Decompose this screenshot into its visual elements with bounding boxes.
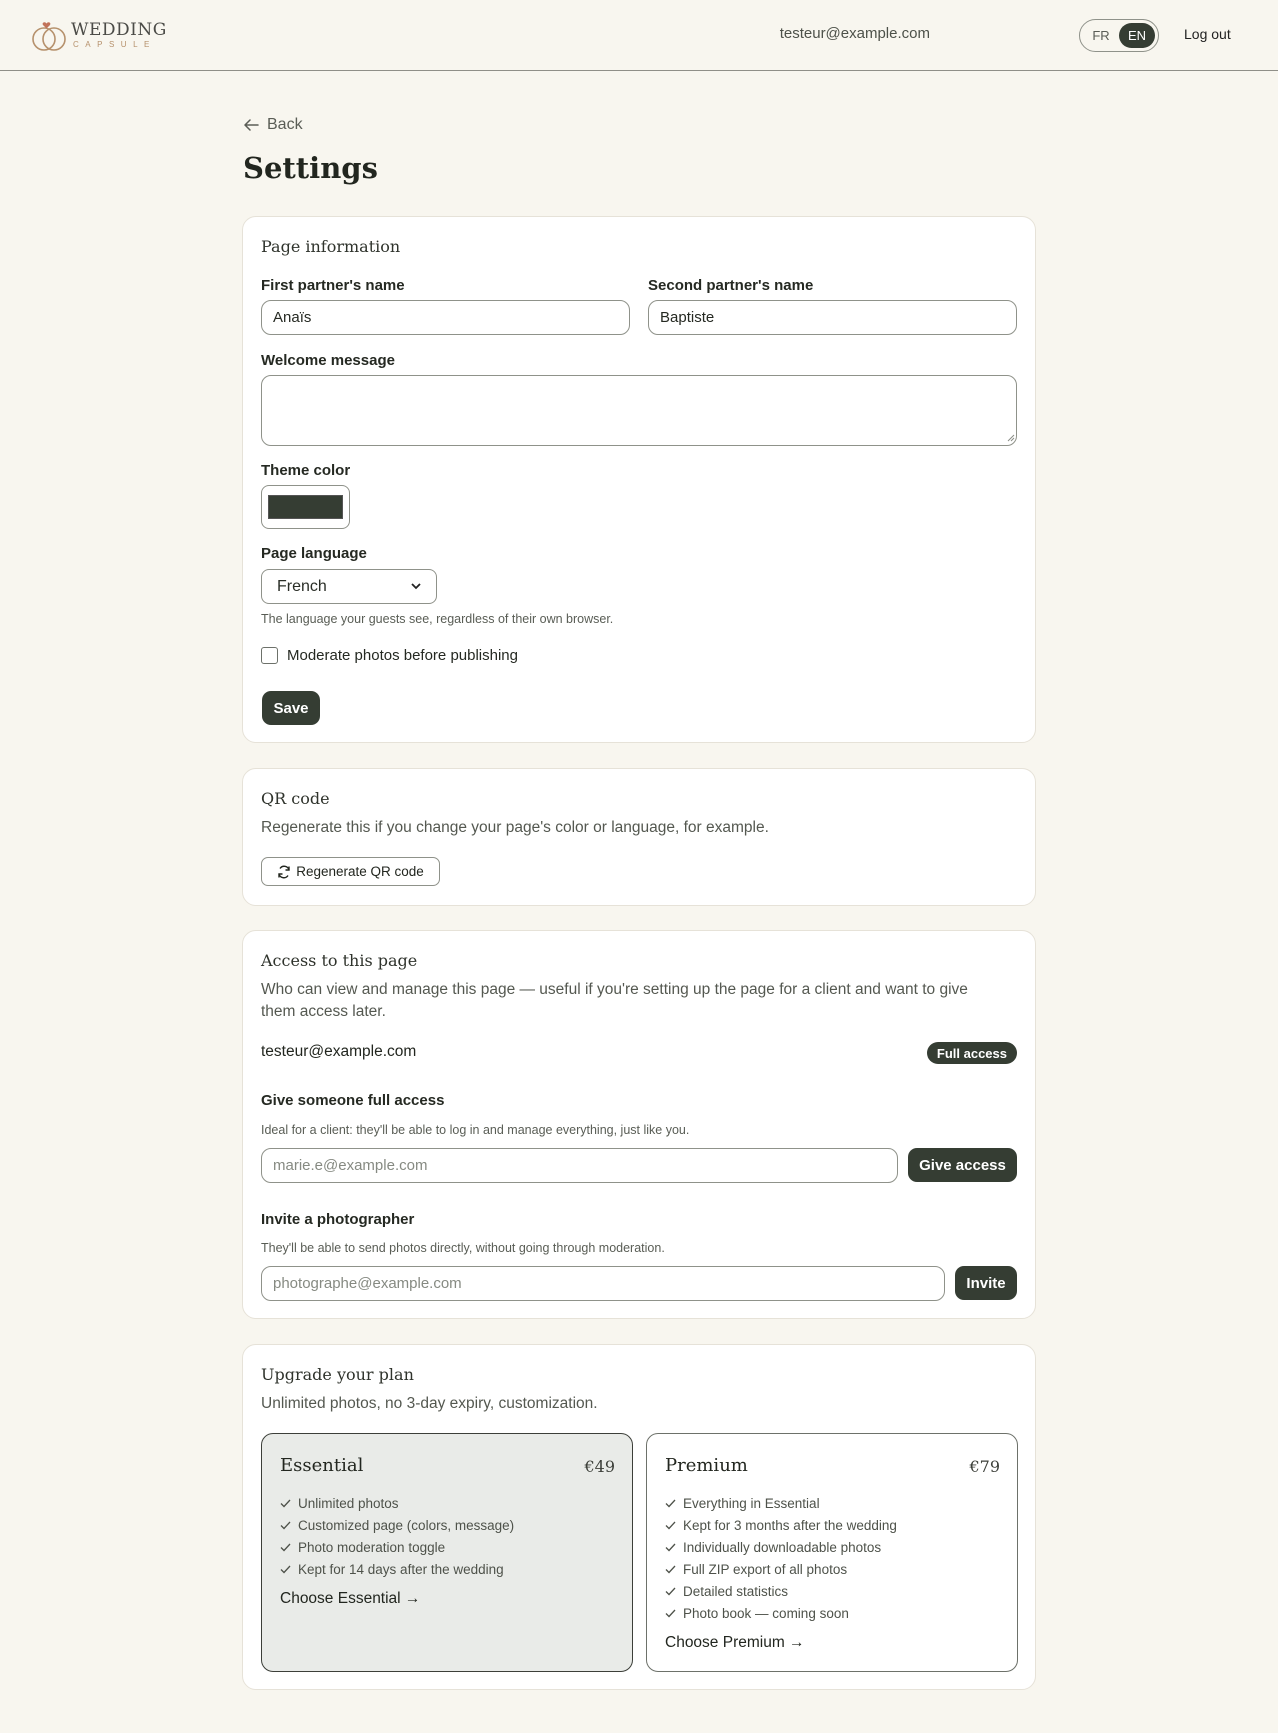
top-header: WEDDING CAPSULE testeur@example.com FR E… [0, 0, 1278, 71]
plan-feature: Unlimited photos [280, 1492, 514, 1514]
lang-fr-button[interactable]: FR [1083, 23, 1119, 48]
logo-subtitle: CAPSULE [73, 39, 156, 49]
second-partner-label: Second partner's name [648, 277, 814, 294]
plan-premium[interactable]: Premium €79 Everything in Essential Kept… [646, 1433, 1018, 1672]
plan-price: €79 [969, 1457, 1000, 1476]
invite-button[interactable]: Invite [955, 1266, 1017, 1300]
regenerate-qr-button[interactable]: Regenerate QR code [261, 857, 440, 886]
refresh-icon [278, 865, 290, 878]
resize-handle-icon[interactable] [1007, 434, 1015, 442]
choose-premium-link[interactable]: Choose Premium → [665, 1634, 805, 1652]
page-information-card: Page information First partner's name An… [242, 216, 1036, 743]
upgrade-title: Upgrade your plan [261, 1365, 414, 1384]
upgrade-desc: Unlimited photos, no 3-day expiry, custo… [261, 1395, 598, 1412]
language-toggle: FR EN [1079, 19, 1159, 52]
theme-color-swatch [268, 495, 343, 519]
logo-title: WEDDING [71, 19, 167, 40]
first-partner-input[interactable]: Anaïs [261, 300, 630, 335]
regenerate-qr-label: Regenerate QR code [296, 864, 424, 879]
access-desc: Who can view and manage this page — usef… [261, 981, 968, 1020]
check-icon [665, 1543, 676, 1551]
full-access-badge: Full access [926, 1042, 1017, 1064]
full-access-title: Give someone full access [261, 1092, 445, 1109]
plan-price: €49 [584, 1457, 615, 1476]
page-language-help: The language your guests see, regardless… [261, 612, 614, 626]
qr-code-card: QR code Regenerate this if you change yo… [242, 768, 1036, 906]
check-icon [665, 1499, 676, 1507]
second-partner-input[interactable]: Baptiste [648, 300, 1017, 335]
choose-essential-link[interactable]: Choose Essential → [280, 1590, 420, 1608]
back-link[interactable]: Back [244, 116, 303, 134]
plan-feature: Kept for 3 months after the wedding [665, 1514, 897, 1536]
plan-feature: Photo moderation toggle [280, 1536, 514, 1558]
first-partner-label: First partner's name [261, 277, 405, 294]
page-language-select[interactable]: French [261, 569, 437, 604]
plan-feature: Full ZIP export of all photos [665, 1558, 897, 1580]
qr-code-desc: Regenerate this if you change your page'… [261, 819, 769, 836]
moderate-photos-checkbox[interactable] [261, 647, 278, 664]
plan-feature: Photo book — coming soon [665, 1602, 897, 1624]
page-language-label: Page language [261, 545, 367, 562]
header-user-email: testeur@example.com [779, 25, 930, 42]
welcome-message-textarea[interactable] [261, 375, 1017, 446]
theme-color-picker[interactable] [261, 485, 350, 529]
logout-link[interactable]: Log out [1184, 26, 1231, 42]
check-icon [665, 1609, 676, 1617]
page-title: Settings [243, 151, 378, 185]
check-icon [280, 1499, 291, 1507]
plan-name: Premium [665, 1455, 748, 1476]
welcome-message-label: Welcome message [261, 352, 395, 369]
logo[interactable]: WEDDING CAPSULE [31, 18, 167, 52]
plan-feature: Everything in Essential [665, 1492, 897, 1514]
qr-code-title: QR code [261, 789, 330, 808]
check-icon [665, 1587, 676, 1595]
plan-feature-list: Unlimited photos Customized page (colors… [280, 1492, 514, 1580]
page-information-title: Page information [261, 237, 401, 256]
full-access-help: Ideal for a client: they'll be able to l… [261, 1123, 690, 1137]
full-access-email-input[interactable]: marie.e@example.com [261, 1148, 898, 1183]
arrow-left-icon [244, 119, 259, 131]
plan-feature: Individually downloadable photos [665, 1536, 897, 1558]
save-button[interactable]: Save [262, 691, 320, 725]
theme-color-label: Theme color [261, 462, 351, 479]
access-card: Access to this page Who can view and man… [242, 930, 1036, 1319]
plan-name: Essential [280, 1455, 364, 1476]
invite-photographer-help: They'll be able to send photos directly,… [261, 1241, 665, 1255]
check-icon [280, 1521, 291, 1529]
plan-feature: Kept for 14 days after the wedding [280, 1558, 514, 1580]
check-icon [280, 1565, 291, 1573]
photographer-email-input[interactable]: photographe@example.com [261, 1266, 945, 1301]
plan-feature-list: Everything in Essential Kept for 3 month… [665, 1492, 897, 1624]
chevron-down-icon [411, 583, 421, 590]
access-title: Access to this page [261, 951, 418, 970]
check-icon [665, 1565, 676, 1573]
check-icon [665, 1521, 676, 1529]
give-access-button[interactable]: Give access [908, 1148, 1017, 1182]
owner-email: testeur@example.com [261, 1043, 417, 1060]
check-icon [280, 1543, 291, 1551]
moderate-photos-label[interactable]: Moderate photos before publishing [287, 647, 518, 664]
plan-feature: Customized page (colors, message) [280, 1514, 514, 1536]
plan-essential[interactable]: Essential €49 Unlimited photos Customize… [261, 1433, 633, 1672]
back-label: Back [267, 116, 303, 133]
lang-en-button[interactable]: EN [1119, 23, 1155, 48]
upgrade-card: Upgrade your plan Unlimited photos, no 3… [242, 1344, 1036, 1690]
invite-photographer-title: Invite a photographer [261, 1211, 415, 1228]
rings-icon [31, 18, 67, 52]
plan-feature: Detailed statistics [665, 1580, 897, 1602]
page-language-value: French [277, 577, 327, 595]
